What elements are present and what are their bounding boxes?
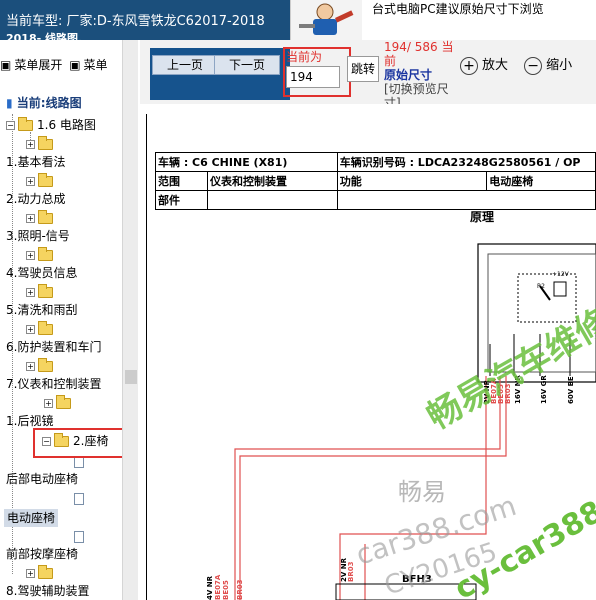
page-toolbar: 上一页 下一页 当前为 跳转 194/ 586 当前 原始尺寸 [切换预览尺寸]… [140,40,596,110]
tree-item[interactable]: + [26,135,57,153]
browse-hint: 台式电脑PC建议原始尺寸下浏览 [372,2,544,16]
tree-item-doors[interactable]: 6.防护装置和车门 [6,338,101,356]
menu-expand-button[interactable]: 菜单展开 [14,58,62,72]
tree-item[interactable]: + [26,172,57,190]
tree-item-power-seat-selected[interactable]: 电动座椅 [4,509,59,527]
expand-icon[interactable]: + [26,325,35,334]
tree-current-label: 当前:线路图 [16,96,82,110]
folder-icon [38,247,53,261]
header-model-panel: 当前车型: 厂家:D-东风雪铁龙C62017-2018 2018- 线路图. [0,0,290,45]
tree-item-instruments[interactable]: 7.仪表和控制装置 [6,375,101,393]
tree-item-driver-info[interactable]: 4.驾驶员信息 [6,264,77,282]
folder-icon [38,321,53,335]
menu-collapse-icon[interactable]: ▣ [69,58,80,72]
document-icon [74,492,84,505]
folder-icon [56,395,71,409]
svg-text:BE05: BE05 [222,580,230,600]
sidebar-scrollbar[interactable] [122,40,138,600]
original-size-link[interactable]: 原始尺寸 [384,68,460,82]
tree-item-powertrain[interactable]: 2.动力总成 [6,190,65,208]
expand-icon[interactable]: + [26,214,35,223]
scrollbar-thumb[interactable] [125,370,137,384]
svg-text:60V BE: 60V BE [567,376,575,404]
tree-item-16[interactable]: −1.6 电路图 [6,116,96,134]
car-model-text: 当前车型: 厂家:D-东风雪铁龙C62017-2018 [6,14,265,29]
expand-icon[interactable]: + [26,140,35,149]
connector-label: BFH3 [402,574,432,585]
relay-id: R2 [537,283,545,290]
tree-item-driving-assist[interactable]: 8.驾驶辅助装置 [6,582,89,600]
highlight-box [33,428,131,458]
folder-icon [38,358,53,372]
folder-icon [38,136,53,150]
page-info: 194/ 586 当前 原始尺寸 [切换预览尺寸] [384,40,460,110]
highlight-box [283,47,351,97]
wiring-diagram: BFH3 +12V R2 2V NR BE07A BE05 BR03 16V N… [206,243,596,600]
browse-hint-panel: 台式电脑PC建议原始尺寸下浏览 [362,0,596,40]
tree-item[interactable] [74,489,84,507]
svg-text:16V NR: 16V NR [514,375,522,404]
tree-item[interactable]: + [44,394,75,412]
expand-icon[interactable]: + [26,362,35,371]
prev-page-button[interactable]: 上一页 [152,55,218,75]
tree-item-lighting[interactable]: 3.照明-信号 [6,227,70,245]
folder-icon [38,284,53,298]
top-header: 当前车型: 厂家:D-东风雪铁龙C62017-2018 2018- 线路图. 台… [0,0,596,45]
menu-bar: ▣ 菜单展开 ▣ 菜单 [0,56,122,76]
folder-icon [18,117,33,131]
relay-label: +12V [552,271,570,278]
document-icon [74,530,84,543]
zoom-out-button[interactable]: − 缩小 [524,54,572,75]
jump-button[interactable]: 跳转 [347,56,379,82]
tree-current: ▮ 当前:线路图 [6,94,82,112]
menu-collapse-button[interactable]: 菜单 [84,58,108,72]
page-count: 194/ 586 当前 [384,40,454,68]
tree-item[interactable]: + [26,357,57,375]
diagram-viewer[interactable]: 车辆 : C6 CHINE (X81) 车辆识别号码 : LDCA23248G2… [140,104,596,600]
svg-text:4V NR: 4V NR [206,575,214,600]
svg-text:BR03: BR03 [504,383,512,404]
tree-item[interactable]: + [26,320,57,338]
svg-text:16V GR: 16V GR [540,375,548,404]
tree-item[interactable]: + [26,246,57,264]
tree-item-rear-seats[interactable]: 后部电动座椅 [6,470,78,488]
book-icon: ▮ [6,96,13,110]
svg-text:BE07A: BE07A [214,574,222,600]
svg-text:BR03: BR03 [347,561,355,582]
folder-icon [38,565,53,579]
expand-icon[interactable]: + [26,288,35,297]
tree-item[interactable]: + [26,283,57,301]
tree-item-massage-seats[interactable]: 前部按摩座椅 [6,545,78,563]
mechanic-logo [290,0,362,40]
tree-item[interactable]: + [26,209,57,227]
zoom-in-button[interactable]: + 放大 [460,54,508,75]
folder-icon [38,173,53,187]
folder-icon [38,210,53,224]
expand-icon[interactable]: + [26,569,35,578]
collapse-icon[interactable]: − [6,121,15,130]
expand-icon[interactable]: + [26,177,35,186]
zoom-in-icon: + [460,56,478,75]
zoom-out-icon: − [524,56,543,75]
tree-item[interactable]: + [26,564,57,582]
sidebar: ▣ 菜单展开 ▣ 菜单 ▮ 当前:线路图 −1.6 电路图 + 1.基本看法 + 2… [0,40,140,600]
next-page-button[interactable]: 下一页 [214,55,280,75]
svg-text:BR03: BR03 [236,579,244,600]
menu-expand-icon[interactable]: ▣ [0,58,11,72]
tree-item-wipers[interactable]: 5.清洗和雨刮 [6,301,77,319]
tree-item[interactable] [74,527,84,545]
zoom-controls: + 放大 − 缩小 [460,54,584,75]
expand-icon[interactable]: + [44,399,53,408]
expand-icon[interactable]: + [26,251,35,260]
tree-item-basic[interactable]: 1.基本看法 [6,153,65,171]
